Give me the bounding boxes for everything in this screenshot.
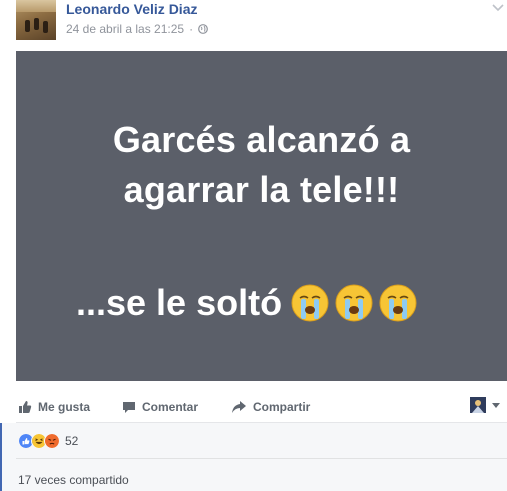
image-text-line-3-row: ...se le soltó — [76, 277, 418, 329]
like-button[interactable]: Me gusta — [18, 392, 90, 422]
feed-post: Leonardo Veliz Diaz 24 de abril a las 21… — [0, 0, 507, 491]
image-text-line-3: ...se le soltó — [76, 282, 283, 323]
reactions-section: 52 17 veces compartido — [0, 423, 507, 491]
chevron-down-icon[interactable] — [492, 3, 504, 13]
image-text-line-2: agarrar la tele!!! — [123, 169, 400, 210]
author-name-link[interactable]: Leonardo Veliz Diaz — [66, 1, 197, 17]
comment-icon — [123, 402, 135, 413]
crying-face-emoji — [335, 284, 373, 322]
meta-separator: · — [189, 22, 194, 36]
comment-button[interactable]: Comentar — [122, 392, 198, 422]
share-button-label: Compartir — [253, 400, 311, 414]
share-button[interactable]: Compartir — [231, 392, 310, 422]
crying-face-emoji — [291, 284, 329, 322]
post-image[interactable]: Garcés alcanzó a agarrar la tele!!! ...s… — [16, 51, 507, 381]
like-button-label: Me gusta — [38, 400, 91, 414]
author-avatar[interactable] — [16, 0, 56, 40]
post-meta: 24 de abril a las 21:25 · — [66, 22, 208, 36]
globe-icon[interactable] — [198, 24, 208, 34]
post-timestamp[interactable]: 24 de abril a las 21:25 — [66, 22, 184, 36]
page-avatar-thumbnail[interactable] — [470, 397, 486, 413]
post-action-bar: Me gusta Comentar Compartir — [16, 392, 507, 422]
caret-down-icon[interactable] — [491, 402, 501, 410]
share-arrow-icon — [232, 401, 246, 413]
shares-count-link[interactable]: 17 veces compartido — [18, 473, 129, 487]
comment-button-label: Comentar — [142, 400, 199, 414]
crying-face-emoji — [379, 284, 417, 322]
reaction-count[interactable]: 52 — [65, 434, 78, 448]
reaction-summary[interactable]: 52 — [18, 433, 78, 449]
feedback-divider — [16, 458, 507, 459]
thumbs-up-icon — [19, 401, 32, 413]
image-text-line-1: Garcés alcanzó a — [112, 119, 411, 160]
angry-reaction-icon — [44, 433, 60, 449]
